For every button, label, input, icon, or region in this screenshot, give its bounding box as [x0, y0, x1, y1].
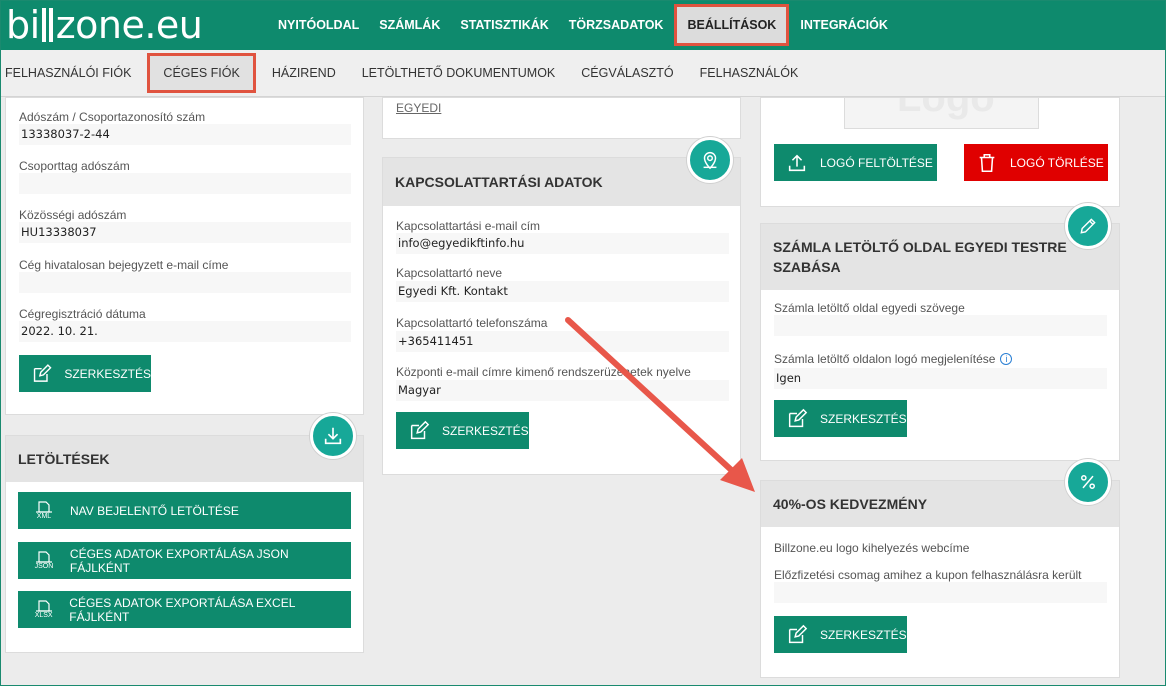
download-nav-xml-button[interactable]: XML NAV BEJELENTŐ LETÖLTÉSE	[18, 492, 351, 529]
contact-title: KAPCSOLATTARTÁSI ADATOK	[383, 158, 740, 206]
subscription-package-value	[774, 582, 1107, 603]
xlsx-file-icon: XLSX	[30, 599, 57, 620]
field-label: Cég hivatalosan bejegyzett e-mail címe	[19, 258, 229, 272]
contact-email-value: info@egyedikftinfo.hu	[396, 233, 729, 254]
subnav-company-account[interactable]: CÉGES FIÓK	[147, 53, 256, 93]
subnav-users[interactable]: FELHASZNÁLÓK	[687, 50, 812, 97]
company-data-panel: Adószám / Csoportazonosító szám 13338037…	[5, 97, 364, 415]
edit-button-label: SZERKESZTÉS	[820, 411, 907, 426]
upload-icon	[788, 154, 806, 171]
logo-text-left: bi	[6, 3, 40, 47]
logo-placeholder: Logo	[897, 98, 995, 120]
field-label: Közösségi adószám	[19, 208, 127, 222]
download-button-label: CÉGES ADATOK EXPORTÁLÁSA EXCEL FÁJLKÉNT	[69, 595, 295, 624]
contact-edit-button[interactable]: SZERKESZTÉS	[396, 412, 529, 449]
logo-text-right: zone.eu	[55, 3, 203, 47]
invoice-page-text-value	[774, 315, 1107, 336]
top-navbar: bi zone.eu NYITÓOLDAL SZÁMLÁK STATISZTIKÁ…	[0, 0, 1166, 50]
invoice-page-title: SZÁMLA LETÖLTŐ OLDAL EGYEDI TESTRE SZABÁ…	[761, 224, 1119, 290]
middle-top-panel: EGYEDI	[382, 97, 741, 139]
file-tag: JSON	[34, 562, 54, 570]
main-menu: NYITÓOLDAL SZÁMLÁK STATISZTIKÁK TÖRZSADA…	[268, 0, 898, 50]
field-label: Számla letöltő oldal egyedi szövege	[774, 301, 965, 315]
subnav-user-account[interactable]: FELHASZNÁLÓI FIÓK	[0, 50, 144, 97]
percent-icon	[1065, 459, 1111, 505]
subnav-downloadable-documents[interactable]: LETÖLTHETŐ DOKUMENTUMOK	[349, 50, 569, 97]
edit-button-label: SZERKESZTÉS	[442, 423, 529, 438]
pencil-icon	[1065, 203, 1111, 249]
discount-edit-button[interactable]: SZERKESZTÉS	[774, 616, 907, 653]
nav-settings[interactable]: BEÁLLÍTÁSOK	[674, 4, 790, 46]
logo-preview: Logo	[844, 98, 1039, 129]
egyedi-link[interactable]: EGYEDI	[396, 101, 441, 115]
field-label-with-info: Számla letöltő oldalon logó megjelenítés…	[774, 352, 1013, 366]
export-json-button[interactable]: JSON CÉGES ADATOK EXPORTÁLÁSA JSON FÁJLK…	[18, 542, 351, 579]
download-icon	[310, 413, 356, 459]
tax-number-value: 13338037-2-44	[19, 124, 351, 145]
downloads-panel: LETÖLTÉSEK XML NAV BEJELENTŐ LETÖLTÉSE J…	[5, 435, 364, 653]
nav-statistics[interactable]: STATISZTIKÁK	[450, 0, 558, 50]
field-label: Központi e-mail címre kimenő rendszerüze…	[396, 365, 691, 379]
field-label: Kapcsolattartó telefonszáma	[396, 316, 548, 330]
field-label: Kapcsolattartó neve	[396, 266, 503, 280]
contact-panel: KAPCSOLATTARTÁSI ADATOK Kapcsolattartási…	[382, 157, 741, 475]
field-label-text: Számla letöltő oldalon logó megjelenítés…	[774, 352, 996, 366]
email-language-value: Magyar	[396, 380, 729, 401]
nav-master-data[interactable]: TÖRZSADATOK	[559, 0, 674, 50]
field-label: Cégregisztráció dátuma	[19, 307, 146, 321]
contact-phone-value: +365411451	[396, 331, 729, 352]
invoice-page-panel: SZÁMLA LETÖLTŐ OLDAL EGYEDI TESTRE SZABÁ…	[760, 223, 1120, 461]
download-button-label: NAV BEJELENTŐ LETÖLTÉSE	[70, 503, 239, 518]
file-tag: XLSX	[34, 611, 53, 619]
billzone-logo[interactable]: bi zone.eu	[6, 2, 203, 48]
field-label: Billzone.eu logo kihelyezés webcíme	[774, 541, 970, 555]
registration-date-value: 2022. 10. 21.	[19, 321, 351, 342]
subnav-company-selector[interactable]: CÉGVÁLASZTÓ	[568, 50, 686, 97]
subnav-house-rules[interactable]: HÁZIREND	[259, 50, 349, 97]
logo-upload-button[interactable]: LOGÓ FELTÖLTÉSE	[774, 144, 937, 181]
export-excel-button[interactable]: XLSX CÉGES ADATOK EXPORTÁLÁSA EXCEL FÁJL…	[18, 591, 351, 628]
contact-location-icon	[687, 137, 733, 183]
field-label: Kapcsolattartási e-mail cím	[396, 219, 541, 233]
group-member-tax-value	[19, 173, 351, 194]
edit-button-label: SZERKESZTÉS	[64, 366, 151, 381]
logo-delete-button[interactable]: LOGÓ TÖRLÉSE	[964, 144, 1108, 181]
discount-panel: 40%-OS KEDVEZMÉNY Billzone.eu logo kihel…	[760, 480, 1120, 678]
field-label: Csoporttag adószám	[19, 159, 130, 173]
community-tax-value: HU13338037	[19, 222, 351, 243]
upload-button-label: LOGÓ FELTÖLTÉSE	[820, 155, 933, 170]
info-icon[interactable]: i	[1000, 353, 1013, 365]
settings-subnav: FELHASZNÁLÓI FIÓK CÉGES FIÓK HÁZIREND LE…	[0, 50, 1166, 97]
json-file-icon: JSON	[30, 550, 58, 571]
edit-button-label: SZERKESZTÉS	[820, 627, 907, 642]
nav-home[interactable]: NYITÓOLDAL	[268, 0, 369, 50]
edit-icon	[788, 408, 808, 427]
field-label: Adószám / Csoportazonosító szám	[19, 110, 206, 124]
file-tag: XML	[36, 512, 52, 520]
delete-button-label: LOGÓ TÖRLÉSE	[1010, 155, 1104, 170]
downloads-title: LETÖLTÉSEK	[6, 436, 363, 482]
field-label: Előzfizetési csomag amihez a kupon felha…	[774, 568, 1082, 582]
logo-bars	[41, 8, 55, 42]
download-button-label: CÉGES ADATOK EXPORTÁLÁSA JSON FÁJLKÉNT	[69, 546, 289, 575]
edit-icon	[33, 363, 52, 382]
contact-name-value: Egyedi Kft. Kontakt	[396, 281, 729, 302]
nav-integrations[interactable]: INTEGRÁCIÓK	[790, 0, 898, 50]
edit-icon	[788, 624, 808, 643]
invoice-page-edit-button[interactable]: SZERKESZTÉS	[774, 400, 907, 437]
company-email-value	[19, 272, 351, 293]
nav-invoices[interactable]: SZÁMLÁK	[369, 0, 450, 50]
trash-icon	[979, 153, 995, 172]
edit-icon	[410, 420, 430, 439]
logo-panel: Logo LOGÓ FELTÖLTÉSE LOGÓ TÖRLÉSE	[760, 97, 1120, 207]
company-edit-button[interactable]: SZERKESZTÉS	[19, 355, 151, 392]
xml-file-icon: XML	[30, 500, 58, 521]
show-logo-value: Igen	[774, 368, 1107, 389]
